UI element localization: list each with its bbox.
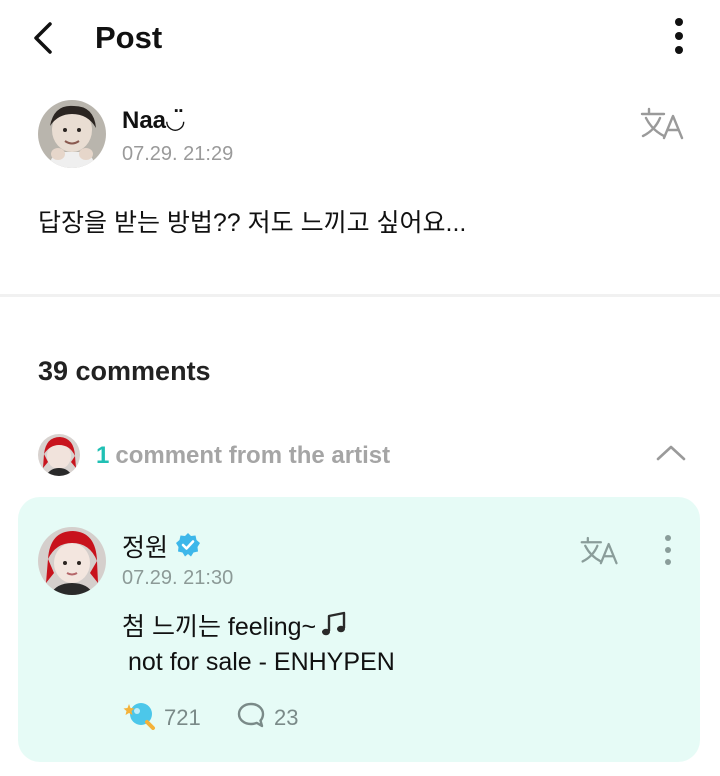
comment-more-button[interactable] [658,535,678,569]
comment-text-line2: not for sale - ENHYPEN [128,648,395,676]
author-name[interactable]: Naa◡̈ [122,106,184,135]
translate-icon [640,107,684,140]
translate-button[interactable] [640,106,686,142]
reply-count: 23 [274,705,299,730]
page-title: Post [95,20,163,55]
translate-icon [580,536,618,565]
comments-count: 39 comments [38,356,211,386]
like-button[interactable] [122,700,156,730]
back-icon [34,22,52,54]
artist-comment-label: comment from the artist [115,442,391,469]
comment-icon [237,702,265,728]
back-button[interactable] [24,18,60,58]
artist-mini-avatar [38,434,80,476]
verified-icon [176,533,200,557]
more-icon [665,535,671,541]
comment-translate-button[interactable] [580,535,620,567]
artist-comment-card: 정원 07.29. 21:30 첨 느끼는 feeling~ not for s… [18,497,700,762]
top-bar: Post [0,0,720,80]
artist-name[interactable]: 정원 [122,528,168,564]
section-divider [0,294,720,297]
artist-avatar[interactable] [38,527,106,595]
reply-button[interactable] [236,701,266,729]
post-timestamp: 07.29. 21:29 [122,143,234,165]
music-note-icon [322,611,346,636]
comment-text-line1: 첨 느끼는 feeling~ [122,607,348,643]
author-avatar[interactable] [38,100,106,168]
comment-timestamp: 07.29. 21:30 [122,567,234,589]
chevron-up-icon [656,445,686,461]
artist-comment-count: 1 [96,442,110,469]
more-options-button[interactable] [664,18,694,58]
more-icon [675,18,683,26]
artist-comments-toggle[interactable]: 1 comment from the artist [0,430,720,480]
like-count: 721 [164,705,201,730]
artist-comments-label: 1 comment from the artist [96,442,390,470]
like-icon [123,703,155,730]
verified-badge [175,532,201,558]
post-body: 답장을 받는 방법?? 저도 느끼고 싶어요... [38,209,467,237]
collapse-button[interactable] [654,440,688,466]
